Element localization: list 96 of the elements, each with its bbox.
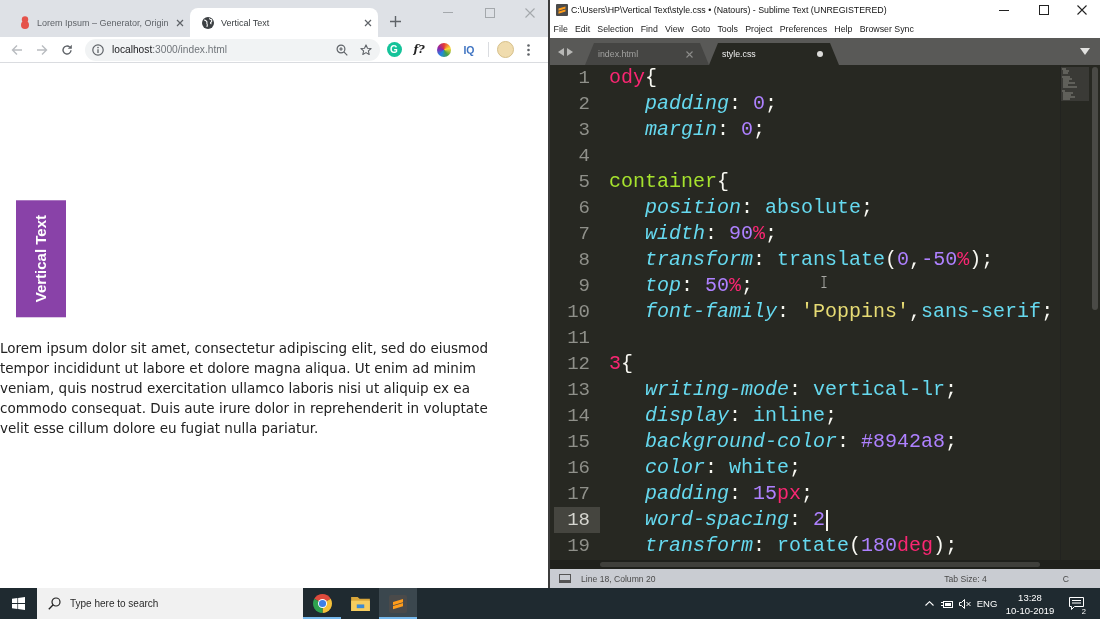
- modified-dot-icon[interactable]: [817, 51, 823, 57]
- reload-icon[interactable]: [61, 43, 73, 56]
- code-line: font-family: 'Poppins',sans-serif;: [645, 299, 1054, 325]
- battery-icon[interactable]: [941, 599, 953, 608]
- vertical-text-label: Vertical Text: [16, 200, 66, 318]
- code-line: transform: translate(0,-50%);: [645, 247, 994, 273]
- line-number: 3: [577, 118, 591, 143]
- close-icon[interactable]: [1077, 5, 1087, 15]
- cursor-position: Line 18, Column 20: [581, 573, 656, 584]
- search-icon: [48, 597, 61, 610]
- line-number: 18: [554, 507, 600, 533]
- url-text: localhost:3000/index.html: [112, 44, 227, 55]
- next-arrow-icon[interactable]: [567, 47, 573, 56]
- menu-item[interactable]: Tools: [713, 24, 742, 34]
- line-number: 6: [577, 196, 591, 221]
- text-cursor-icon: [826, 509, 829, 531]
- menu-item[interactable]: Browser Sync: [856, 24, 918, 34]
- color-wheel-icon: [437, 42, 451, 57]
- code-line: padding: 15px;: [645, 481, 814, 507]
- clock[interactable]: 13:28 10-10-2019: [1000, 590, 1060, 617]
- browser-logo-icon: [312, 594, 332, 613]
- notification-icon[interactable]: [1068, 597, 1084, 610]
- code-line: top: 50%;: [645, 273, 754, 299]
- code-line: display: inline;: [645, 403, 838, 429]
- scrollbar-thumb[interactable]: [1092, 67, 1098, 310]
- windows-icon: [12, 597, 25, 610]
- browser-tab[interactable]: Lorem Ipsum – Generator, Origin: [10, 8, 190, 37]
- close-icon[interactable]: [364, 18, 372, 27]
- code-line: margin: 0;: [645, 117, 766, 143]
- line-number: 11: [566, 326, 591, 351]
- line-number: 1: [577, 66, 591, 91]
- line-number: 14: [566, 404, 591, 429]
- site-logo-icon: [20, 16, 30, 29]
- editor-logo-icon: [389, 594, 407, 613]
- menu-item[interactable]: Goto: [687, 24, 714, 34]
- code-line: 3{: [609, 351, 634, 377]
- line-number: 19: [566, 534, 591, 559]
- file-tab[interactable]: index.html: [585, 43, 709, 65]
- browser-tab[interactable]: Vertical Text: [190, 8, 378, 37]
- code-line: container{: [609, 169, 730, 195]
- editor-logo-icon: [556, 4, 568, 16]
- chevron-up-icon[interactable]: [924, 601, 934, 606]
- menu-item[interactable]: Preferences: [776, 24, 831, 34]
- zoom-icon[interactable]: [336, 43, 348, 56]
- extension-button[interactable]: IQ: [456, 38, 482, 61]
- line-number: 15: [566, 430, 591, 455]
- code-line: background-color: #8942a8;: [645, 429, 958, 455]
- line-number: 9: [577, 274, 591, 299]
- line-number: 5: [577, 170, 591, 195]
- file-tab[interactable]: style.css: [709, 43, 839, 65]
- code-line: word-spacing: 2: [645, 507, 826, 533]
- menu-item[interactable]: View: [661, 24, 688, 34]
- scrollbar-thumb[interactable]: [600, 562, 1040, 567]
- line-number: 16: [566, 456, 591, 481]
- tab-size[interactable]: Tab Size: 4: [944, 573, 987, 584]
- minimize-icon[interactable]: [999, 9, 1009, 11]
- line-number: 2: [577, 92, 591, 117]
- code-line: width: 90%;: [645, 221, 778, 247]
- code-line: position: absolute;: [645, 195, 874, 221]
- menu-icon[interactable]: [526, 43, 530, 56]
- code-line: transform: rotate(180deg);: [645, 533, 958, 559]
- line-number: 8: [577, 248, 591, 273]
- caret-down-icon[interactable]: [1080, 48, 1090, 55]
- globe-icon: [202, 16, 214, 29]
- code-line: writing-mode: vertical-lr;: [645, 377, 958, 403]
- line-number: 10: [566, 300, 591, 325]
- mouse-cursor-icon: [821, 276, 827, 288]
- code-line: padding: 0;: [645, 91, 778, 117]
- window-title: C:\Users\HP\Vertical Text\style.css • (Natours) - Sublime Text (UNREGISTERED): [571, 5, 887, 15]
- new-tab-icon[interactable]: [390, 16, 401, 27]
- line-number: 12: [566, 352, 591, 377]
- line-number: 7: [577, 222, 591, 247]
- line-number: 17: [566, 482, 591, 507]
- prev-arrow-icon[interactable]: [558, 47, 564, 56]
- menu-item[interactable]: Find: [637, 24, 662, 34]
- line-number: 13: [566, 378, 591, 403]
- extension-button[interactable]: f?: [406, 38, 432, 61]
- menu-item[interactable]: Help: [830, 24, 857, 34]
- code-line: ody{: [609, 65, 658, 91]
- search-field[interactable]: Type here to search: [37, 588, 303, 619]
- speaker-muted-icon[interactable]: [959, 598, 971, 609]
- info-icon[interactable]: [92, 43, 104, 56]
- folder-icon: [350, 596, 370, 611]
- star-icon[interactable]: [360, 43, 372, 56]
- menu-item[interactable]: Project: [741, 24, 777, 34]
- panel-icon[interactable]: [559, 574, 571, 583]
- menu-item[interactable]: File: [550, 24, 572, 34]
- language-indicator[interactable]: ENG: [974, 598, 1000, 609]
- menu-item[interactable]: Selection: [593, 24, 638, 34]
- paragraph: Lorem ipsum dolor sit amet, consectetur adipiscing elit, sed do eiusmod tempor incididunt ut labore et dolore magna aliqua. Ut enim ad minim veniam, quis nostrud exercitation ullamco laboris nisi ut aliquip ex ea commodo consequat. Duis aute irure dolor in reprehenderit in voluptate velit esse cillum dolore eu fugiat nulla pariatur.: [0, 339, 489, 439]
- maximize-icon[interactable]: [1039, 5, 1049, 15]
- address-bar[interactable]: localhost:3000/index.html: [85, 38, 380, 61]
- menu-item[interactable]: Edit: [571, 24, 594, 34]
- syntax-label[interactable]: C: [1062, 573, 1069, 584]
- code-line: color: white;: [645, 455, 802, 481]
- taskbar-button[interactable]: [379, 588, 417, 619]
